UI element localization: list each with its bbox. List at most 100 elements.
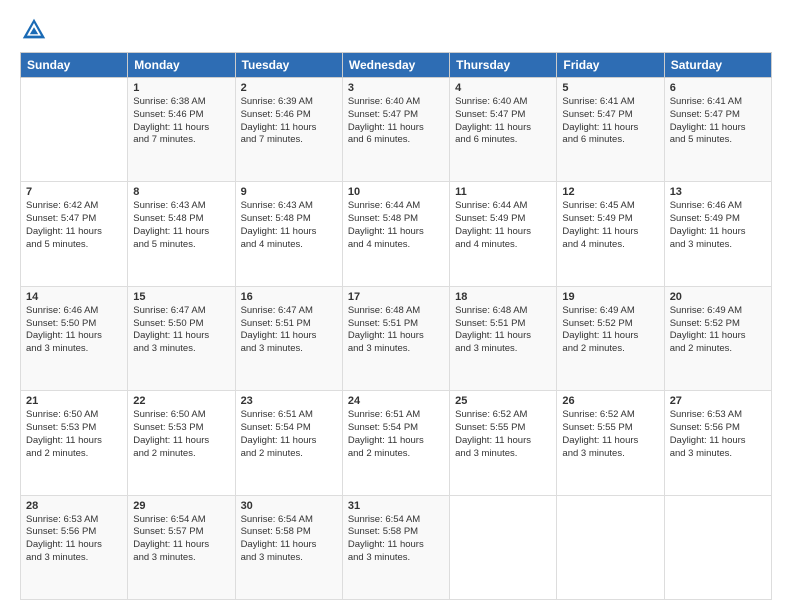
- day-info: Sunrise: 6:49 AM Sunset: 5:52 PM Dayligh…: [562, 305, 638, 354]
- calendar-cell: [557, 495, 664, 599]
- calendar-cell: 8 Sunrise: 6:43 AM Sunset: 5:48 PM Daylig…: [128, 182, 235, 286]
- day-info: Sunrise: 6:47 AM Sunset: 5:51 PM Dayligh…: [241, 305, 317, 354]
- day-info: Sunrise: 6:44 AM Sunset: 5:49 PM Dayligh…: [455, 200, 531, 249]
- calendar-table: SundayMondayTuesdayWednesdayThursdayFrid…: [20, 52, 772, 600]
- weekday-header: Monday: [128, 53, 235, 78]
- calendar-cell: 19 Sunrise: 6:49 AM Sunset: 5:52 PM Dayli…: [557, 286, 664, 390]
- calendar-cell: 3 Sunrise: 6:40 AM Sunset: 5:47 PM Daylig…: [342, 78, 449, 182]
- calendar-cell: 12 Sunrise: 6:45 AM Sunset: 5:49 PM Dayli…: [557, 182, 664, 286]
- day-info: Sunrise: 6:39 AM Sunset: 5:46 PM Dayligh…: [241, 96, 317, 145]
- header: [20, 16, 772, 44]
- calendar-week-row: 7 Sunrise: 6:42 AM Sunset: 5:47 PM Daylig…: [21, 182, 772, 286]
- day-number: 16: [241, 291, 337, 303]
- weekday-header: Tuesday: [235, 53, 342, 78]
- day-number: 18: [455, 291, 551, 303]
- day-info: Sunrise: 6:41 AM Sunset: 5:47 PM Dayligh…: [670, 96, 746, 145]
- calendar-cell: 18 Sunrise: 6:48 AM Sunset: 5:51 PM Dayli…: [450, 286, 557, 390]
- weekday-header: Saturday: [664, 53, 771, 78]
- calendar-cell: 10Sunrise: 6:44 AM Sunset: 5:48 PM Dayli…: [342, 182, 449, 286]
- day-info: Sunrise: 6:48 AM Sunset: 5:51 PM Dayligh…: [348, 305, 424, 354]
- day-info: Sunrise: 6:45 AM Sunset: 5:49 PM Dayligh…: [562, 200, 638, 249]
- day-info: Sunrise: 6:38 AM Sunset: 5:46 PM Dayligh…: [133, 96, 209, 145]
- weekday-header: Wednesday: [342, 53, 449, 78]
- calendar-cell: [664, 495, 771, 599]
- calendar-cell: 23Sunrise: 6:51 AM Sunset: 5:54 PM Dayli…: [235, 391, 342, 495]
- calendar-cell: 31Sunrise: 6:54 AM Sunset: 5:58 PM Dayli…: [342, 495, 449, 599]
- day-info: Sunrise: 6:41 AM Sunset: 5:47 PM Dayligh…: [562, 96, 638, 145]
- day-number: 19: [562, 291, 658, 303]
- day-number: 3: [348, 82, 444, 94]
- header-row: SundayMondayTuesdayWednesdayThursdayFrid…: [21, 53, 772, 78]
- day-info: Sunrise: 6:54 AM Sunset: 5:58 PM Dayligh…: [241, 514, 317, 563]
- day-number: 26: [562, 395, 658, 407]
- calendar-cell: 7 Sunrise: 6:42 AM Sunset: 5:47 PM Daylig…: [21, 182, 128, 286]
- day-number: 31: [348, 500, 444, 512]
- weekday-header: Sunday: [21, 53, 128, 78]
- day-number: 17: [348, 291, 444, 303]
- logo-icon: [20, 16, 48, 44]
- day-info: Sunrise: 6:47 AM Sunset: 5:50 PM Dayligh…: [133, 305, 209, 354]
- day-number: 27: [670, 395, 766, 407]
- weekday-header: Thursday: [450, 53, 557, 78]
- calendar-cell: 6 Sunrise: 6:41 AM Sunset: 5:47 PM Daylig…: [664, 78, 771, 182]
- day-number: 13: [670, 186, 766, 198]
- calendar-cell: 1 Sunrise: 6:38 AM Sunset: 5:46 PM Daylig…: [128, 78, 235, 182]
- calendar-cell: 29Sunrise: 6:54 AM Sunset: 5:57 PM Dayli…: [128, 495, 235, 599]
- day-number: 12: [562, 186, 658, 198]
- day-number: 2: [241, 82, 337, 94]
- day-number: 20: [670, 291, 766, 303]
- day-number: 22: [133, 395, 229, 407]
- calendar-cell: 27 Sunrise: 6:53 AM Sunset: 5:56 PM Dayli…: [664, 391, 771, 495]
- calendar-cell: 2 Sunrise: 6:39 AM Sunset: 5:46 PM Daylig…: [235, 78, 342, 182]
- day-info: Sunrise: 6:40 AM Sunset: 5:47 PM Dayligh…: [455, 96, 531, 145]
- day-info: Sunrise: 6:52 AM Sunset: 5:55 PM Dayligh…: [562, 409, 638, 458]
- calendar-cell: [450, 495, 557, 599]
- calendar-cell: 5Sunrise: 6:41 AM Sunset: 5:47 PM Daylig…: [557, 78, 664, 182]
- day-info: Sunrise: 6:51 AM Sunset: 5:54 PM Dayligh…: [241, 409, 317, 458]
- calendar-week-row: 1 Sunrise: 6:38 AM Sunset: 5:46 PM Daylig…: [21, 78, 772, 182]
- day-info: Sunrise: 6:54 AM Sunset: 5:57 PM Dayligh…: [133, 514, 209, 563]
- calendar-cell: 30 Sunrise: 6:54 AM Sunset: 5:58 PM Dayli…: [235, 495, 342, 599]
- day-info: Sunrise: 6:51 AM Sunset: 5:54 PM Dayligh…: [348, 409, 424, 458]
- day-info: Sunrise: 6:50 AM Sunset: 5:53 PM Dayligh…: [26, 409, 102, 458]
- calendar-cell: 22Sunrise: 6:50 AM Sunset: 5:53 PM Dayli…: [128, 391, 235, 495]
- calendar-cell: 14 Sunrise: 6:46 AM Sunset: 5:50 PM Dayli…: [21, 286, 128, 390]
- calendar-cell: 20 Sunrise: 6:49 AM Sunset: 5:52 PM Dayli…: [664, 286, 771, 390]
- calendar-week-row: 28Sunrise: 6:53 AM Sunset: 5:56 PM Dayli…: [21, 495, 772, 599]
- calendar-cell: 21 Sunrise: 6:50 AM Sunset: 5:53 PM Dayli…: [21, 391, 128, 495]
- calendar-cell: 26 Sunrise: 6:52 AM Sunset: 5:55 PM Dayli…: [557, 391, 664, 495]
- calendar-cell: 28Sunrise: 6:53 AM Sunset: 5:56 PM Dayli…: [21, 495, 128, 599]
- day-info: Sunrise: 6:44 AM Sunset: 5:48 PM Dayligh…: [348, 200, 424, 249]
- day-number: 7: [26, 186, 122, 198]
- day-info: Sunrise: 6:42 AM Sunset: 5:47 PM Dayligh…: [26, 200, 102, 249]
- calendar-cell: 4Sunrise: 6:40 AM Sunset: 5:47 PM Daylig…: [450, 78, 557, 182]
- calendar-cell: 11 Sunrise: 6:44 AM Sunset: 5:49 PM Dayli…: [450, 182, 557, 286]
- calendar-cell: 13 Sunrise: 6:46 AM Sunset: 5:49 PM Dayli…: [664, 182, 771, 286]
- calendar-cell: 15Sunrise: 6:47 AM Sunset: 5:50 PM Dayli…: [128, 286, 235, 390]
- day-info: Sunrise: 6:46 AM Sunset: 5:49 PM Dayligh…: [670, 200, 746, 249]
- day-number: 28: [26, 500, 122, 512]
- day-number: 14: [26, 291, 122, 303]
- logo: [20, 16, 52, 44]
- day-info: Sunrise: 6:40 AM Sunset: 5:47 PM Dayligh…: [348, 96, 424, 145]
- calendar-cell: 17 Sunrise: 6:48 AM Sunset: 5:51 PM Dayli…: [342, 286, 449, 390]
- day-info: Sunrise: 6:48 AM Sunset: 5:51 PM Dayligh…: [455, 305, 531, 354]
- day-number: 6: [670, 82, 766, 94]
- calendar-cell: 24 Sunrise: 6:51 AM Sunset: 5:54 PM Dayli…: [342, 391, 449, 495]
- day-info: Sunrise: 6:43 AM Sunset: 5:48 PM Dayligh…: [241, 200, 317, 249]
- day-info: Sunrise: 6:43 AM Sunset: 5:48 PM Dayligh…: [133, 200, 209, 249]
- day-info: Sunrise: 6:53 AM Sunset: 5:56 PM Dayligh…: [670, 409, 746, 458]
- day-number: 11: [455, 186, 551, 198]
- day-info: Sunrise: 6:46 AM Sunset: 5:50 PM Dayligh…: [26, 305, 102, 354]
- day-number: 1: [133, 82, 229, 94]
- calendar-week-row: 21 Sunrise: 6:50 AM Sunset: 5:53 PM Dayli…: [21, 391, 772, 495]
- day-info: Sunrise: 6:49 AM Sunset: 5:52 PM Dayligh…: [670, 305, 746, 354]
- day-number: 24: [348, 395, 444, 407]
- day-number: 30: [241, 500, 337, 512]
- day-number: 8: [133, 186, 229, 198]
- calendar-cell: 9Sunrise: 6:43 AM Sunset: 5:48 PM Daylig…: [235, 182, 342, 286]
- weekday-header: Friday: [557, 53, 664, 78]
- day-number: 21: [26, 395, 122, 407]
- day-number: 25: [455, 395, 551, 407]
- calendar-week-row: 14 Sunrise: 6:46 AM Sunset: 5:50 PM Dayli…: [21, 286, 772, 390]
